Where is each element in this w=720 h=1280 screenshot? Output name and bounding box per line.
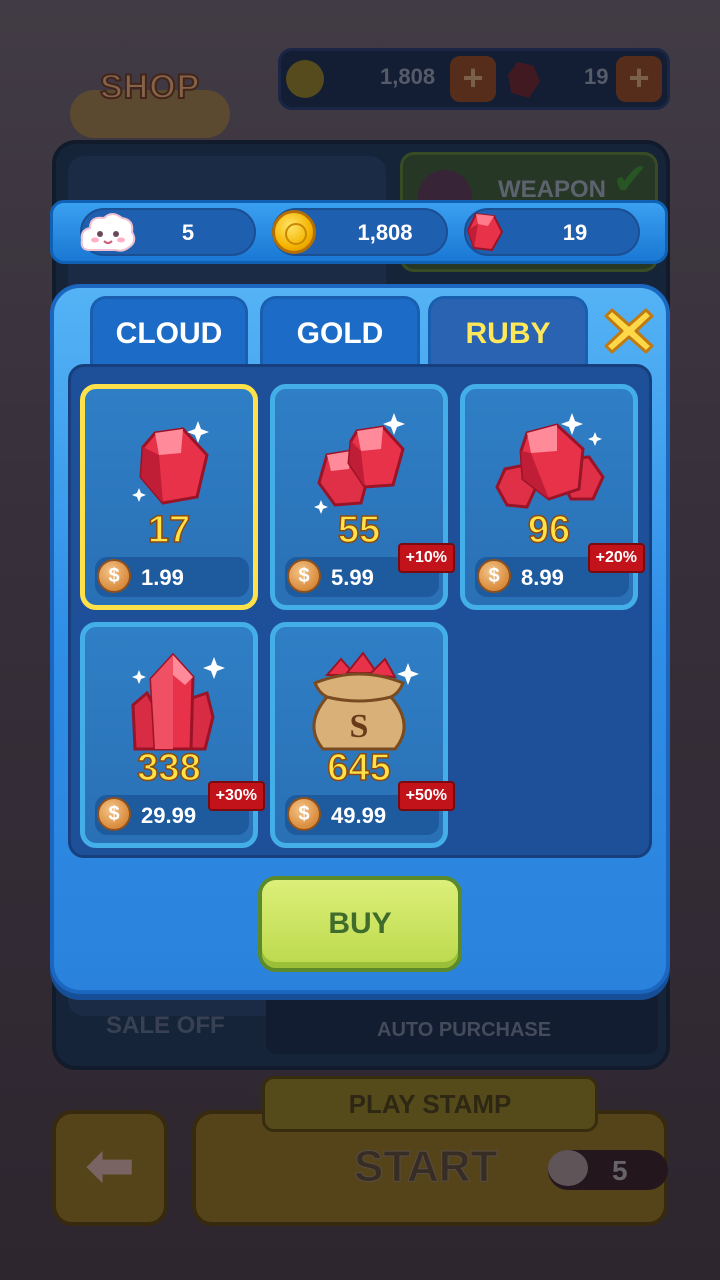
bonus-badge: +20% (587, 543, 645, 573)
product-card[interactable]: S 645 $ 49.99 +50% (270, 622, 455, 848)
tab-cloud[interactable]: CLOUD (90, 296, 248, 366)
product-quantity: 17 (147, 508, 191, 552)
product-price: 5.99 (331, 565, 374, 590)
tab-ruby[interactable]: RUBY (428, 296, 588, 366)
gold-amount: 1,808 (357, 220, 413, 245)
bonus-badge: +30% (207, 781, 265, 811)
sack-letter: S (350, 708, 369, 745)
bonus-badge: +10% (397, 543, 455, 573)
product-card[interactable]: 17 $ 1.99 (80, 384, 258, 610)
ruby-single-art (132, 421, 209, 505)
close-x-icon[interactable] (602, 304, 656, 358)
dollar-coin-icon: $ (97, 559, 131, 593)
dollar-coin-icon: $ (477, 559, 511, 593)
cloud-amount: 5 (181, 220, 195, 245)
product-card[interactable]: 55 $ 5.99 +10% (270, 384, 455, 610)
product-price: 1.99 (141, 565, 184, 590)
ruby-crystal-art (131, 652, 225, 751)
ruby-pair-art (314, 413, 405, 514)
product-card[interactable]: 338 $ 29.99 +30% (80, 622, 265, 848)
cloud-icon (80, 213, 136, 252)
coin-icon (272, 210, 316, 254)
dollar-coin-icon: $ (287, 559, 321, 593)
dollar-coin-icon: $ (287, 797, 321, 831)
product-price: 29.99 (141, 803, 197, 828)
ruby-cluster-art (495, 413, 605, 509)
ruby-amount: 19 (562, 220, 588, 245)
product-card[interactable]: 96 $ 8.99 +20% (460, 384, 645, 610)
product-price: 8.99 (521, 565, 564, 590)
tab-gold[interactable]: GOLD (260, 296, 420, 366)
buy-button[interactable]: BUY (258, 876, 462, 972)
ruby-sack-art: S (312, 651, 419, 751)
dollar-coin-icon: $ (97, 797, 131, 831)
product-price: 49.99 (331, 803, 387, 828)
bonus-badge: +50% (397, 781, 455, 811)
ruby-icon (466, 212, 504, 252)
